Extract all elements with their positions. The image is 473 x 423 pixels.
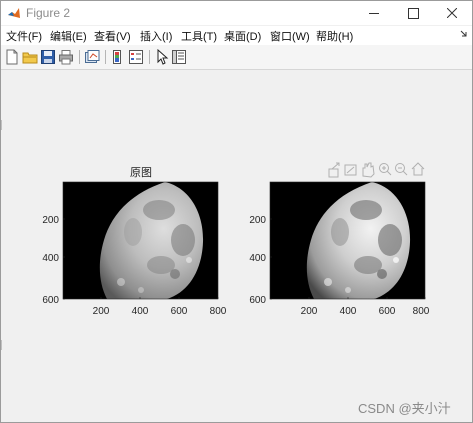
left-x-tick: 400	[132, 306, 149, 317]
link-plot-icon[interactable]	[84, 49, 100, 65]
maximize-icon	[407, 7, 419, 19]
right-y-tick: 400	[249, 253, 266, 264]
maximize-button[interactable]	[393, 1, 433, 25]
menu-tools[interactable]: 工具(T)	[181, 28, 217, 44]
insert-colorbar-icon[interactable]	[110, 49, 126, 65]
menu-insert[interactable]: 插入(I)	[140, 28, 172, 44]
left-x-tick: 600	[171, 306, 188, 317]
close-button[interactable]	[432, 1, 472, 25]
zoom-out-icon[interactable]	[395, 163, 408, 176]
left-plot-title: 原图	[130, 166, 152, 179]
minimize-icon	[369, 12, 379, 14]
new-figure-icon[interactable]	[4, 49, 20, 65]
left-axes[interactable]: 原图 200 400 600 200 400 600 800	[42, 166, 226, 317]
right-y-tick: 600	[249, 295, 266, 306]
matlab-logo-icon	[8, 8, 20, 18]
save-icon[interactable]	[40, 49, 56, 65]
pan-icon[interactable]	[362, 162, 375, 178]
toolbar-separator	[149, 50, 150, 64]
right-x-tick: 400	[340, 306, 357, 317]
right-x-tick: 200	[301, 306, 318, 317]
right-axes[interactable]: 200 400 600 200 400 600 800	[249, 181, 430, 317]
home-icon[interactable]	[411, 162, 425, 176]
open-file-icon[interactable]	[22, 49, 38, 65]
watermark: CSDN @夹小汁	[358, 401, 451, 416]
edit-plot-pointer-icon[interactable]	[154, 49, 170, 65]
figure-toolbar	[1, 45, 472, 70]
zoom-in-icon[interactable]	[379, 163, 392, 176]
axes-toolbar	[328, 162, 425, 178]
close-icon	[447, 8, 457, 18]
minimize-button[interactable]	[354, 1, 394, 25]
toolbar-separator	[105, 50, 106, 64]
left-x-tick: 200	[93, 306, 110, 317]
left-y-tick: 400	[42, 253, 59, 264]
insert-legend-icon[interactable]	[128, 49, 144, 65]
right-x-tick: 800	[413, 306, 430, 317]
menu-window[interactable]: 窗口(W)	[270, 28, 310, 44]
left-y-tick: 200	[42, 215, 59, 226]
toolbar-separator	[79, 50, 80, 64]
title-bar: Figure 2	[1, 1, 472, 25]
window-title: Figure 2	[26, 6, 71, 20]
menu-help[interactable]: 帮助(H)	[316, 28, 353, 44]
print-icon[interactable]	[58, 49, 74, 65]
menu-view[interactable]: 查看(V)	[94, 28, 131, 44]
right-y-tick: 200	[249, 215, 266, 226]
figure-plots: 原图 200 400 600 200 400 600 800 200 400 6…	[42, 162, 430, 317]
property-inspector-icon[interactable]	[171, 49, 187, 65]
menu-desktop[interactable]: 桌面(D)	[224, 28, 261, 44]
figure-window: Figure 2 文件(F) 编辑(E) 查看(V) 插入(I) 工具(T) 桌…	[0, 0, 473, 423]
menu-file[interactable]: 文件(F)	[6, 28, 42, 44]
brush-icon[interactable]	[344, 164, 357, 176]
left-x-tick: 800	[210, 306, 227, 317]
menu-edit[interactable]: 编辑(E)	[50, 28, 87, 44]
figure-canvas: 原图 200 400 600 200 400 600 800 200 400 6…	[1, 70, 472, 422]
right-x-tick: 600	[379, 306, 396, 317]
dock-arrow-icon[interactable]	[460, 30, 468, 38]
left-y-tick: 600	[42, 295, 59, 306]
export-icon[interactable]	[328, 162, 340, 178]
menu-bar: 文件(F) 编辑(E) 查看(V) 插入(I) 工具(T) 桌面(D) 窗口(W…	[1, 26, 472, 45]
